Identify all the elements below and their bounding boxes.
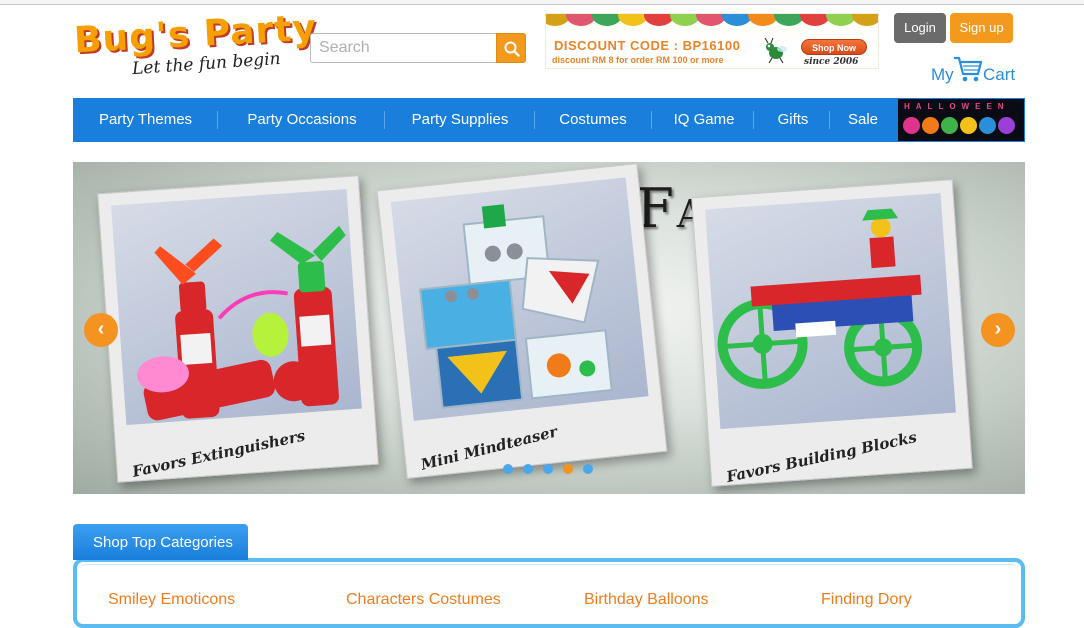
cart-label: Cart (983, 65, 1016, 84)
balloons-decoration (546, 14, 878, 26)
main-navigation: Party Themes Party Occasions Party Suppl… (73, 98, 1025, 142)
cart-link[interactable]: My Cart (931, 55, 1021, 85)
carousel-dot[interactable] (523, 464, 533, 474)
nav-divider (753, 111, 754, 129)
search-bar (310, 33, 526, 63)
category-link-finding-dory[interactable]: Finding Dory (821, 591, 912, 609)
nav-item-party-occasions[interactable]: Party Occasions (233, 98, 371, 142)
pumpkin-icon (960, 117, 977, 134)
nav-item-iq-game[interactable]: IQ Game (665, 98, 743, 142)
nav-divider (651, 111, 652, 129)
nav-item-gifts[interactable]: Gifts (767, 98, 819, 142)
carousel-dots (503, 464, 603, 476)
tab-shop-top-categories[interactable]: Shop Top Categories (73, 524, 248, 560)
pumpkin-icon (941, 117, 958, 134)
pumpkin-icon (979, 117, 996, 134)
nav-item-party-supplies[interactable]: Party Supplies (399, 98, 521, 142)
shopping-cart-icon (954, 56, 983, 82)
category-link-smiley-emoticons[interactable]: Smiley Emoticons (108, 591, 235, 609)
nav-divider (829, 111, 830, 129)
bug-mascot-icon (764, 37, 787, 64)
search-input[interactable] (310, 33, 498, 63)
top-categories-panel: Smiley Emoticons Characters Costumes Bir… (73, 558, 1025, 628)
carousel-dot[interactable] (503, 464, 513, 474)
pumpkin-icon (922, 117, 939, 134)
search-icon (504, 41, 520, 57)
polaroid-building-blocks[interactable]: Favors Building Blocks (691, 179, 973, 487)
product-photo (390, 177, 649, 421)
pumpkin-icon (903, 117, 920, 134)
nav-divider (384, 111, 385, 129)
carousel-dot-active[interactable] (563, 464, 573, 474)
polaroid-extinguishers[interactable]: Favors Extinguishers (97, 175, 379, 483)
nav-divider (534, 111, 535, 129)
promo-code-text: DISCOUNT CODE : BP16100 (554, 38, 741, 53)
nav-item-sale[interactable]: Sale (839, 98, 887, 142)
caption-building-blocks: Favors Building Blocks (724, 428, 919, 486)
signup-button[interactable]: Sign up (950, 13, 1013, 43)
product-photo (705, 193, 956, 430)
search-button[interactable] (496, 33, 526, 63)
discount-promo-banner[interactable]: DISCOUNT CODE : BP16100 discount RM 8 fo… (545, 13, 879, 69)
building-blocks-toy-image (717, 208, 923, 389)
site-logo[interactable]: Bug's Party Let the fun begin (73, 8, 318, 80)
browser-top-edge (0, 0, 1084, 5)
nav-item-costumes[interactable]: Costumes (547, 98, 639, 142)
nav-item-party-themes[interactable]: Party Themes (83, 98, 208, 142)
carousel-dot[interactable] (543, 464, 553, 474)
category-link-birthday-balloons[interactable]: Birthday Balloons (584, 591, 709, 609)
halloween-promo-banner[interactable]: HALLOWEEN (898, 99, 1024, 141)
promo-since-text: since 2006 (804, 57, 859, 67)
product-photo (111, 189, 362, 426)
nav-divider (217, 111, 218, 129)
pumpkin-icon (998, 117, 1015, 134)
category-link-characters-costumes[interactable]: Characters Costumes (346, 591, 501, 609)
caption-extinguishers: Favors Extinguishers (130, 426, 307, 481)
carousel-next-button[interactable]: › (981, 313, 1015, 347)
mindteaser-toys-image (419, 204, 613, 409)
polaroid-mindteaser[interactable]: Mini Mindteaser (376, 163, 668, 479)
shop-now-button[interactable]: Shop Now (801, 39, 867, 55)
extinguisher-toys-image (137, 225, 346, 421)
promo-subtext: discount RM 8 for order RM 100 or more (552, 55, 724, 65)
cart-my-label: My (931, 65, 954, 84)
hero-carousel[interactable]: Party Favors Favors Extinguishers Mini M… (73, 162, 1025, 494)
carousel-prev-button[interactable]: ‹ (84, 313, 118, 347)
logo-title: Bug's Party (73, 7, 318, 62)
carousel-dot[interactable] (583, 464, 593, 474)
login-button[interactable]: Login (894, 13, 946, 43)
halloween-text: HALLOWEEN (904, 102, 1010, 111)
